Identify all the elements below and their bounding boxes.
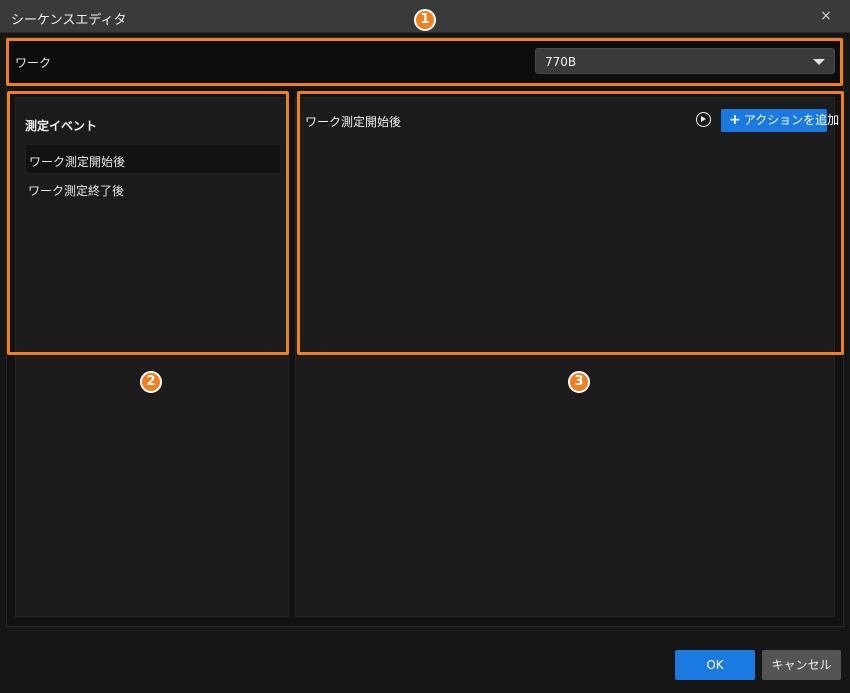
- play-icon[interactable]: [696, 112, 711, 127]
- event-panel: 測定イベント ワーク測定開始後 ワーク測定終了後: [15, 97, 289, 617]
- annotation-badge-3: 3: [568, 371, 590, 393]
- event-item-end[interactable]: ワーク測定終了後: [25, 174, 281, 204]
- window-title: シーケンスエディタ: [11, 13, 127, 28]
- action-panel-heading: ワーク測定開始後: [305, 115, 402, 129]
- chevron-down-icon: [813, 59, 825, 65]
- annotation-badge-1: 1: [414, 9, 436, 31]
- work-select-value: 770B: [545, 55, 577, 69]
- work-label: ワーク: [15, 56, 52, 70]
- work-row: ワーク 770B: [8, 39, 842, 83]
- work-select[interactable]: 770B: [535, 48, 835, 74]
- action-panel: ワーク測定開始後 + アクションを追加: [295, 97, 839, 617]
- event-panel-heading: 測定イベント: [25, 119, 98, 133]
- ok-button[interactable]: OK: [675, 650, 755, 680]
- cancel-button[interactable]: キャンセル: [762, 650, 841, 680]
- close-icon[interactable]: ×: [818, 8, 834, 24]
- event-item-start[interactable]: ワーク測定開始後: [25, 144, 281, 174]
- plus-icon: +: [729, 112, 741, 128]
- annotation-badge-2: 2: [140, 371, 162, 393]
- add-action-button[interactable]: + アクションを追加: [721, 109, 839, 132]
- add-action-label: アクションを追加: [743, 113, 840, 127]
